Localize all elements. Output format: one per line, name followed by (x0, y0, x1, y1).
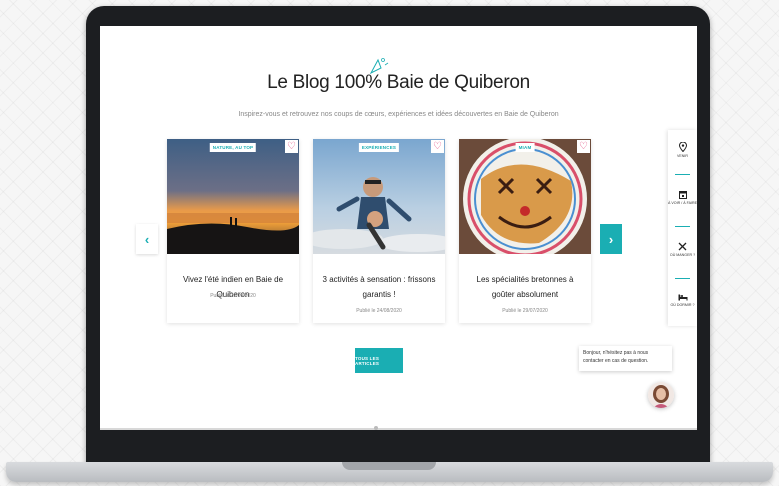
card-category-badge: EXPÉRIENCES (358, 143, 400, 152)
toolbar-label: À VOIR / À FAIRE (668, 201, 697, 205)
screen-bottom-line (100, 428, 697, 430)
toolbar-label: OÙ MANGER ? (669, 253, 696, 257)
chat-message[interactable]: Bonjour, n'hésitez pas à nous contacter … (579, 346, 672, 371)
toolbar-item-venir[interactable]: VENIR (668, 142, 697, 159)
blog-card[interactable]: EXPÉRIENCES ♡ 3 activités à sensation : … (313, 139, 445, 323)
toolbar-item-a-voir[interactable]: À VOIR / À FAIRE (668, 190, 697, 206)
toolbar-item-ou-manger[interactable]: OÙ MANGER ? (668, 242, 697, 258)
laptop-notch (342, 462, 436, 470)
heart-icon[interactable]: ♡ (431, 140, 444, 153)
laptop-screen: Le Blog 100% Baie de Quiberon Inspirez-v… (100, 26, 697, 430)
carousel-prev-button[interactable]: ‹ (136, 224, 158, 254)
card-category-badge: MIAM (515, 143, 535, 152)
all-articles-button[interactable]: TOUS LES ARTICLES (355, 348, 403, 373)
fork-knife-icon (678, 242, 687, 251)
toolbar-label: OÙ DORMIR ? (670, 303, 695, 307)
blog-card[interactable]: NATURE, AU TOP ♡ Vivez l'été indien en B… (167, 139, 299, 323)
side-toolbar: VENIR À VOIR / À FAIRE OÙ MANGER ? OÙ DO… (668, 130, 697, 326)
toolbar-divider (675, 174, 690, 175)
skydiving-image[interactable]: EXPÉRIENCES ♡ (313, 139, 445, 254)
card-date: Publié le 22/09/2020 (210, 293, 256, 299)
toolbar-item-ou-dormir[interactable]: OÙ DORMIR ? (668, 294, 697, 308)
chevron-right-icon: › (608, 231, 614, 247)
page-title: Le Blog 100% Baie de Quiberon (267, 72, 530, 93)
page-subtitle: Inspirez-vous et retrouvez nos coups de … (238, 111, 559, 118)
bed-icon (678, 294, 687, 301)
calendar-icon (678, 191, 687, 199)
crepe-image[interactable]: MIAM ♡ (459, 139, 591, 254)
scroll-indicator (374, 426, 378, 430)
toolbar-divider (675, 278, 690, 279)
blog-card[interactable]: MIAM ♡ Les spécialités bretonnes à goûte… (459, 139, 591, 323)
heart-icon[interactable]: ♡ (285, 140, 298, 153)
card-title[interactable]: Les spécialités bretonnes à goûter absol… (465, 272, 585, 302)
sunset-image[interactable]: NATURE, AU TOP ♡ (167, 139, 299, 254)
avatar (648, 382, 674, 408)
card-date: Publié le 29/07/2020 (502, 308, 548, 314)
card-title[interactable]: 3 activités à sensation : frissons garan… (319, 272, 439, 302)
card-date: Publié le 24/08/2020 (356, 308, 402, 314)
carousel-next-button[interactable]: › (600, 224, 622, 254)
heart-icon[interactable]: ♡ (577, 140, 590, 153)
toolbar-label: VENIR (677, 154, 688, 158)
chat-avatar-button[interactable] (648, 382, 674, 408)
toolbar-divider (675, 226, 690, 227)
chevron-left-icon: ‹ (144, 231, 150, 247)
card-category-badge: NATURE, AU TOP (209, 143, 257, 152)
map-pin-icon (678, 142, 687, 152)
